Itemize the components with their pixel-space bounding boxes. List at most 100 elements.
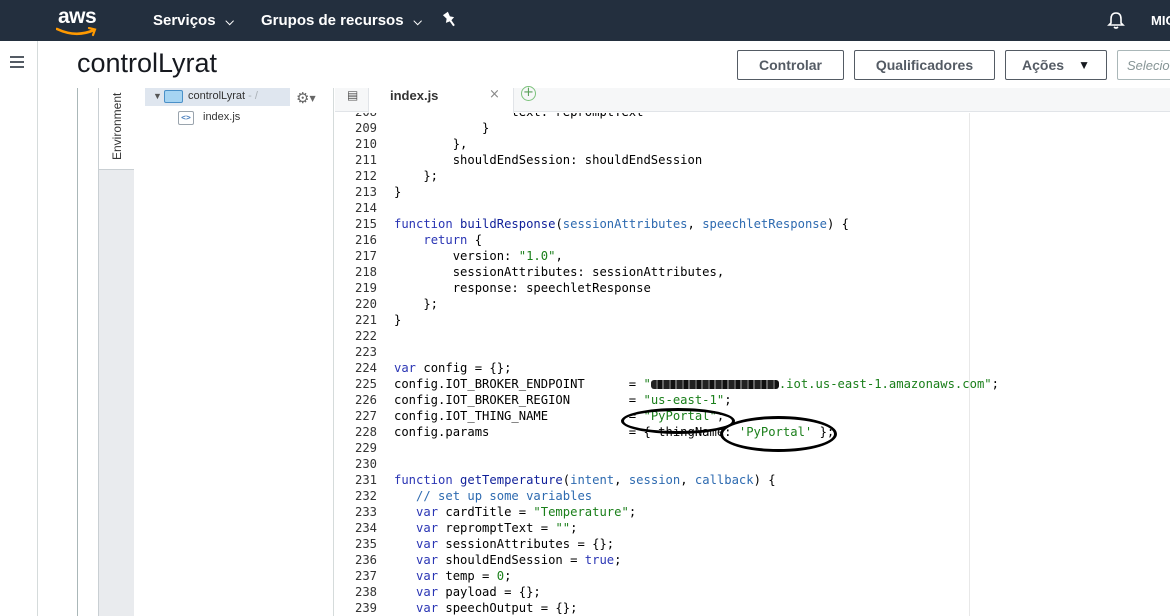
tree-root-label: controlLyrat - / <box>188 90 258 102</box>
hamburger-menu-icon[interactable] <box>10 56 24 68</box>
code-line: 225 config.IOT_BROKER_ENDPOINT = " .iot.us… <box>335 376 999 392</box>
code-token: } <box>394 185 402 199</box>
pin-icon[interactable] <box>443 11 457 29</box>
bell-icon[interactable] <box>1107 11 1125 30</box>
code-line: 211 shouldEndSession: shouldEndSession <box>335 152 999 168</box>
code-token: config = {}; <box>416 361 512 375</box>
line-number: 238 <box>354 585 377 599</box>
code-text: var repromptText = ""; <box>394 520 577 536</box>
line-number: 220 <box>354 297 377 311</box>
line-number: 237 <box>354 569 377 583</box>
control-button[interactable]: Controlar <box>737 50 844 80</box>
code-line: 214 <box>335 200 999 216</box>
code-token: ; <box>570 521 578 535</box>
code-token: }; <box>394 297 439 311</box>
code-line: 222 <box>335 328 999 344</box>
code-token: return <box>423 233 468 247</box>
line-number: 231 <box>354 473 377 487</box>
code-line: 217 version: "1.0", <box>335 248 999 264</box>
code-line: 236 var shouldEndSession = true; <box>335 552 999 568</box>
tree-root-suffix: - / <box>248 90 258 102</box>
line-number: 224 <box>354 361 377 375</box>
code-token: speechOutput = {}; <box>438 601 578 615</box>
code-token: , <box>680 473 695 487</box>
line-number: 218 <box>354 265 377 279</box>
services-menu[interactable]: Serviços ⌵ <box>153 12 234 29</box>
code-text: var shouldEndSession = true; <box>394 552 621 568</box>
tree-file-item[interactable]: index.js <box>203 111 240 123</box>
line-number: 226 <box>354 393 377 407</box>
tree-root-name: controlLyrat <box>188 90 246 102</box>
code-line: 224 var config = {}; <box>335 360 999 376</box>
line-number: 228 <box>354 425 377 439</box>
code-token: var <box>416 569 439 583</box>
close-tab-icon[interactable]: × <box>489 87 500 102</box>
code-text: } <box>394 120 489 136</box>
code-token: version: <box>394 249 519 263</box>
annotation-ellipse <box>720 416 837 452</box>
code-line: 212 }; <box>335 168 999 184</box>
left-rail <box>0 41 38 616</box>
code-token: { <box>467 233 483 247</box>
code-token: config.IOT_BROKER_REGION = <box>394 393 644 407</box>
code-line: 210 }, <box>335 136 999 152</box>
resource-groups-menu[interactable]: Grupos de recursos ⌵ <box>261 12 422 29</box>
code-token: var <box>416 537 439 551</box>
code-token: "Temperature" <box>533 505 629 519</box>
code-text: var cardTitle = "Temperature"; <box>394 504 636 520</box>
code-line: 239 var speechOutput = {}; <box>335 600 999 616</box>
expand-triangle-icon[interactable]: ▼ <box>153 91 162 101</box>
code-token: , <box>614 473 629 487</box>
code-text: sessionAttributes: sessionAttributes, <box>394 264 725 280</box>
actions-button[interactable]: Ações ▼ <box>1005 50 1107 80</box>
code-line: 221} <box>335 312 999 328</box>
line-number: 239 <box>354 601 377 615</box>
code-text: }, <box>394 136 468 152</box>
code-editor[interactable]: 208 text: repromptText209 }210 },211 sho… <box>335 113 1170 616</box>
line-number: 214 <box>354 201 377 215</box>
code-token: session <box>628 473 681 487</box>
code-line: 237 var temp = 0; <box>335 568 999 584</box>
code-token: shouldEndSession: shouldEndSession <box>394 153 703 167</box>
code-text: var config = {}; <box>394 360 511 376</box>
code-token: true <box>584 553 615 567</box>
code-token: var <box>394 361 417 375</box>
qualifier-select[interactable]: Selecio <box>1117 50 1170 80</box>
environment-tab-label: Environment <box>110 92 124 160</box>
code-token: , <box>687 217 703 231</box>
line-number: 216 <box>354 233 377 247</box>
line-number: 210 <box>354 137 377 151</box>
code-token: ; <box>628 505 637 519</box>
code-line: 232 // set up some variables <box>335 488 999 504</box>
folder-icon <box>164 90 183 103</box>
code-token: ( <box>555 217 563 231</box>
code-text: // set up some variables <box>394 488 592 504</box>
code-token: ; <box>991 377 999 391</box>
aws-logo-text: aws <box>58 5 97 28</box>
chevron-down-icon: ⌵ <box>225 16 234 28</box>
add-tab-icon[interactable]: + <box>521 86 536 101</box>
line-number: 211 <box>354 153 377 167</box>
code-token: "us-east-1" <box>643 393 725 407</box>
code-token: ; <box>724 393 732 407</box>
code-line: 231 function getTemperature(intent, sessi… <box>335 472 999 488</box>
qualifiers-button[interactable]: Qualificadores <box>854 50 995 80</box>
code-token: buildResponse <box>460 217 556 231</box>
account-menu[interactable]: MIC <box>1151 13 1170 28</box>
line-number: 219 <box>354 281 377 295</box>
aws-logo[interactable]: aws <box>56 5 102 37</box>
code-line: 213} <box>335 184 999 200</box>
tab-list-icon[interactable]: ▤ <box>347 88 358 102</box>
line-number: 232 <box>354 489 377 503</box>
code-text: }; <box>394 168 438 184</box>
line-number: 209 <box>354 121 377 135</box>
gear-icon[interactable]: ⚙▼ <box>296 89 316 107</box>
top-navigation-bar: aws Serviços ⌵ Grupos de recursos ⌵ MIC <box>0 0 1170 41</box>
line-number: 230 <box>354 457 377 471</box>
code-line: 233 var cardTitle = "Temperature"; <box>335 504 999 520</box>
